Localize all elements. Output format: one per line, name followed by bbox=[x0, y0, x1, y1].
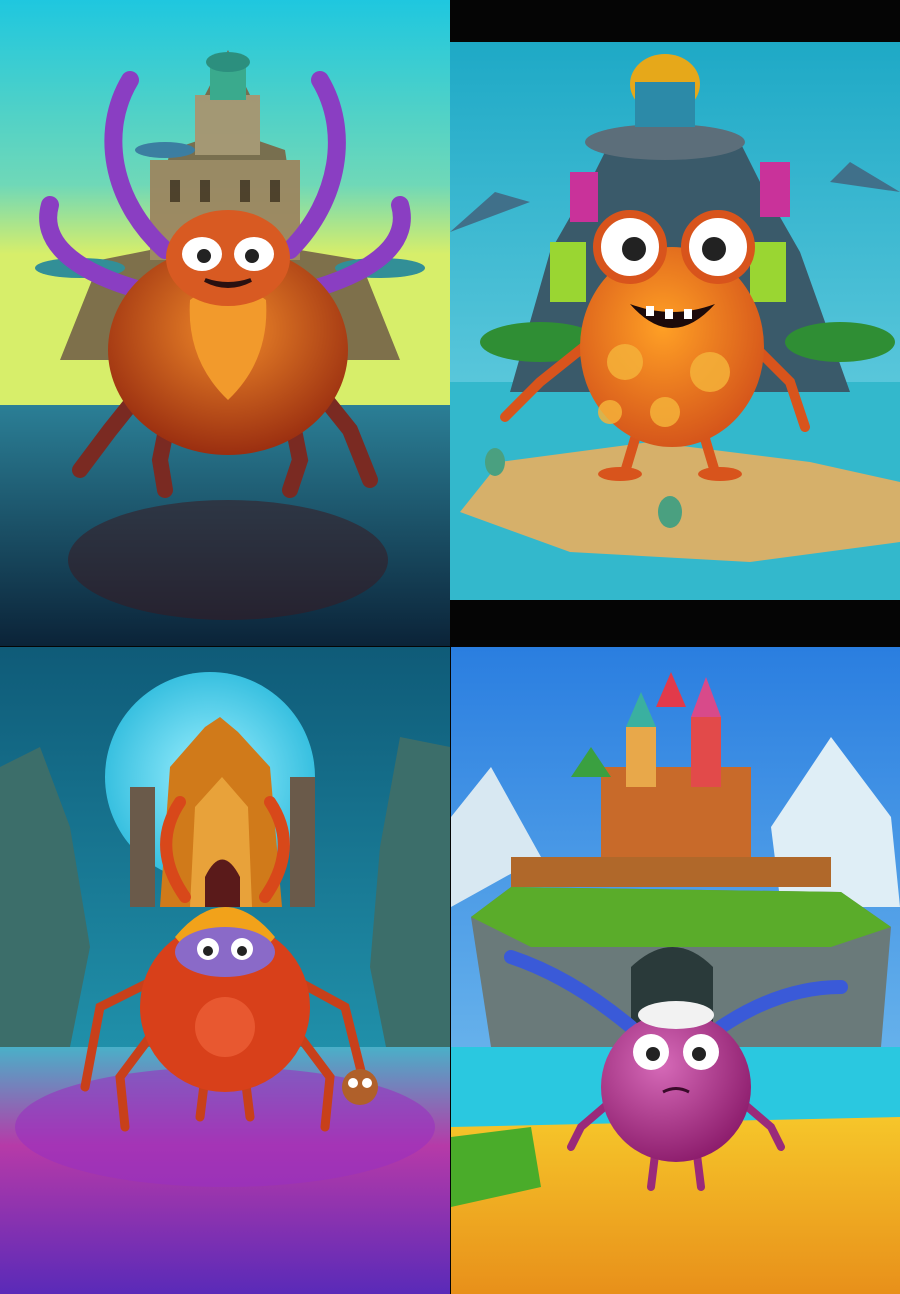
panel-1-crab-monster bbox=[0, 0, 450, 646]
panel-2-frog-monster bbox=[450, 42, 900, 600]
panel-4-illustration bbox=[451, 647, 900, 1294]
panel-3-spider-monster bbox=[0, 647, 450, 1294]
panel-3-illustration bbox=[0, 647, 450, 1294]
panel-1-illustration bbox=[0, 0, 450, 646]
small-critter bbox=[342, 1069, 378, 1105]
panel-4-purple-monster bbox=[451, 647, 900, 1294]
image-grid bbox=[0, 0, 900, 1294]
panel-2-illustration bbox=[450, 42, 900, 600]
